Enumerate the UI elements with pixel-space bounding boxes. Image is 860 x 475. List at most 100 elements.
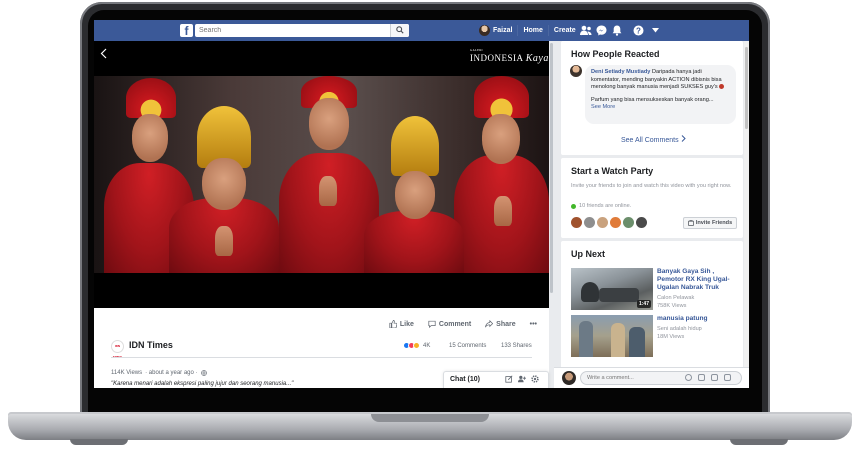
up-next-video[interactable]: 1:47 Banyak Gaya Sih , Pemotor RX King U… (571, 268, 741, 310)
help-icon[interactable]: ? (633, 25, 644, 36)
view-count: 114K Views (111, 370, 143, 376)
profile-avatar[interactable] (479, 25, 490, 36)
emoji-icon[interactable] (685, 374, 692, 381)
comment-button[interactable]: Comment (428, 320, 471, 328)
post-timestamp[interactable]: · about a year ago · (145, 370, 197, 376)
invite-friends-button[interactable]: Invite Friends (683, 217, 737, 229)
camera-icon[interactable] (698, 374, 705, 381)
share-arrow-icon (485, 320, 494, 328)
up-next-title: Up Next (571, 249, 606, 259)
video-channel[interactable]: Seni adalah hidup (657, 325, 702, 333)
divider (111, 357, 532, 358)
account-menu-caret-icon[interactable] (652, 28, 659, 33)
wow-reaction-icon (413, 342, 420, 349)
friend-avatar[interactable] (571, 217, 582, 228)
search-button[interactable] (390, 24, 409, 37)
rose-emoji-icon (719, 84, 725, 90)
watch-party-title: Start a Watch Party (571, 166, 654, 176)
search-input[interactable] (195, 24, 409, 37)
laptop-mockup: f Faizal Home Create ? G (0, 0, 860, 475)
page-avatar[interactable]: IDN TIMES (111, 340, 124, 359)
friend-avatar[interactable] (636, 217, 647, 228)
laptop-foot-right (730, 439, 788, 445)
create-link[interactable]: Create (554, 27, 576, 34)
see-all-label: See All Comments (621, 137, 679, 144)
comments-count-link[interactable]: 15 Comments (449, 343, 486, 349)
commenter-name[interactable]: Deni Setiady Mustiady (591, 69, 650, 75)
reactions-count: 4K (423, 342, 431, 349)
messenger-icon[interactable] (596, 25, 607, 36)
online-status: 10 friends are online. (571, 203, 631, 209)
right-sidebar: How People Reacted Deni Setiady Mustiady… (554, 41, 749, 388)
share-label: Share (496, 320, 516, 328)
how-people-reacted-card: How People Reacted Deni Setiady Mustiady… (561, 41, 743, 155)
comment-text-2: Parfum yang bisa mensukseskan banyak ora… (591, 96, 714, 103)
video-title-link[interactable]: Banyak Gaya Sih , Pemotor RX King Ugal-U… (657, 268, 741, 292)
new-message-icon[interactable] (505, 375, 513, 383)
facebook-logo-icon[interactable]: f (180, 24, 193, 38)
friend-avatar[interactable] (623, 217, 634, 228)
commenter-avatar[interactable] (570, 65, 582, 77)
online-text: 10 friends are online. (579, 203, 632, 209)
video-channel[interactable]: Calon Pelawak (657, 294, 694, 302)
invite-label: Invite Friends (695, 220, 733, 226)
group-chat-icon[interactable] (518, 375, 526, 383)
video-thumbnail[interactable]: 1:47 (571, 268, 653, 310)
comment-bubble: Deni Setiady Mustiady Daripada hanya jad… (585, 65, 736, 124)
back-chevron-icon[interactable] (100, 48, 107, 59)
friend-avatar[interactable] (597, 217, 608, 228)
sidebar-scrollbar[interactable] (744, 41, 749, 375)
reaction-summary[interactable]: 4K (403, 342, 430, 349)
sticker-icon[interactable] (724, 374, 731, 381)
watch-party-card: Start a Watch Party Invite your friends … (561, 158, 743, 238)
chevron-right-icon (681, 135, 686, 142)
video-title-link[interactable]: manusia patung (657, 315, 741, 323)
main-scrollbar-thumb[interactable] (550, 43, 553, 293)
online-friends-list (571, 217, 647, 228)
watermark-top-text: GALERI (470, 48, 483, 52)
thumbs-up-icon (389, 320, 397, 328)
notifications-bell-icon[interactable] (612, 25, 622, 36)
laptop-foot-left (70, 439, 128, 445)
video-controls-area[interactable] (94, 273, 554, 308)
video-player[interactable]: GALERI INDONESIA Kaya (94, 41, 554, 308)
home-link[interactable]: Home (523, 27, 542, 34)
sidebar-scrollbar-thumb[interactable] (745, 47, 748, 129)
globe-icon (200, 370, 207, 376)
see-more-link[interactable]: See More (591, 104, 615, 110)
screen: f Faizal Home Create ? G (94, 20, 749, 388)
dancer-figure (454, 76, 549, 273)
more-options-button[interactable]: ••• (530, 321, 537, 328)
video-duration: 1:47 (636, 300, 651, 308)
top-nav: Faizal Home Create (479, 20, 587, 41)
video-views: 758K Views (657, 303, 687, 309)
video-watermark: GALERI INDONESIA Kaya (470, 48, 549, 64)
video-thumbnail[interactable] (571, 315, 653, 357)
chat-settings-gear-icon[interactable] (531, 375, 539, 383)
see-all-comments-link[interactable]: See All Comments (621, 135, 686, 144)
watermark-main-text: INDONESIA (470, 53, 523, 63)
reacted-title: How People Reacted (571, 49, 660, 59)
gif-icon[interactable] (711, 374, 718, 381)
up-next-video[interactable]: manusia patung Seni adalah hidup 18M Vie… (571, 315, 741, 357)
laptop-notch (371, 414, 489, 422)
friend-avatar[interactable] (610, 217, 621, 228)
like-button[interactable]: Like (389, 320, 414, 328)
post-actions: Like Comment Share ••• (389, 320, 537, 328)
chat-label: Chat (10) (450, 376, 480, 383)
profile-link[interactable]: Faizal (493, 27, 512, 34)
nav-divider (547, 25, 549, 36)
post-caption: "Karena menari adalah ekspresi paling ju… (111, 381, 294, 387)
invite-icon (688, 220, 694, 226)
friend-requests-icon[interactable] (580, 25, 592, 36)
friend-avatar[interactable] (584, 217, 595, 228)
search-icon (396, 26, 404, 34)
shares-count-link[interactable]: 133 Shares (501, 343, 532, 349)
video-frame (94, 76, 554, 273)
page-name-link[interactable]: IDN Times (129, 340, 173, 350)
chat-tab[interactable]: Chat (10) (443, 371, 549, 388)
video-views: 18M Views (657, 334, 685, 340)
comment-label: Comment (438, 320, 472, 328)
like-label: Like (399, 320, 414, 328)
share-button[interactable]: Share (485, 320, 516, 328)
